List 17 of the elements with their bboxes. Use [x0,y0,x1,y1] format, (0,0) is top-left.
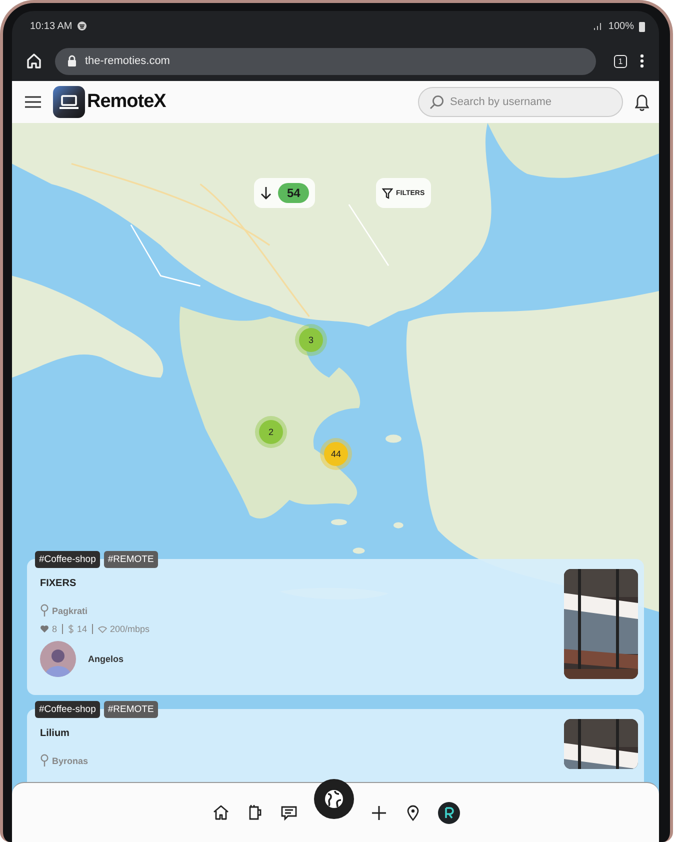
logo-text[interactable]: RemoteX [87,91,166,113]
notification-bell-icon[interactable] [635,94,649,110]
battery-icon [639,20,645,32]
home-icon[interactable] [25,52,43,70]
lock-icon [67,55,77,67]
search-field[interactable]: Search by username [418,87,623,117]
menu-icon[interactable] [25,96,41,108]
more-menu-icon[interactable] [639,53,645,69]
signal-icon [593,22,604,30]
clock-time: 10:13 AM [30,20,72,32]
laptop-logo-icon[interactable] [53,86,85,118]
address-bar[interactable]: the-remoties.com [55,48,596,74]
battery-level: 100% [608,20,634,32]
tab-switcher-button[interactable]: 1 [614,54,627,68]
search-icon [429,95,444,110]
url-text: the-remoties.com [85,55,170,67]
app-notification-icon [77,21,88,31]
